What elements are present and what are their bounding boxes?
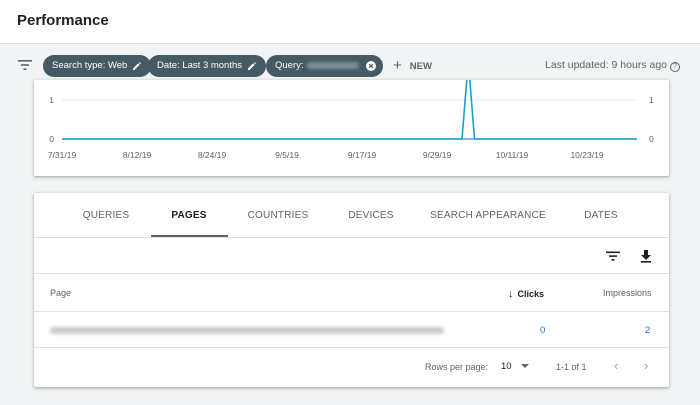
last-updated: Last updated: 9 hours ago?	[545, 59, 680, 72]
chip-label: Search type: Web	[52, 60, 127, 71]
dimension-tabs: QUERIES PAGES COUNTRIES DEVICES SEARCH A…	[34, 193, 669, 238]
filter-icon[interactable]	[18, 59, 32, 71]
column-impressions[interactable]: Impressions	[603, 288, 652, 298]
table-header: Page ↓ Clicks Impressions	[34, 274, 669, 312]
app-header: Performance	[0, 0, 700, 44]
help-icon[interactable]: ?	[670, 62, 680, 72]
active-tab-indicator	[151, 235, 228, 237]
y-tick-left: 0	[49, 134, 54, 144]
x-tick-label: 9/29/19	[423, 150, 452, 160]
download-icon[interactable]	[638, 248, 654, 264]
x-tick-label: 9/17/19	[348, 150, 377, 160]
y-tick-left: 1	[49, 95, 54, 105]
x-tick-label: 10/23/19	[570, 150, 603, 160]
chip-label: Date: Last 3 months	[157, 60, 242, 71]
page-title: Performance	[17, 12, 109, 29]
y-tick-right: 0	[649, 134, 654, 144]
chip-date[interactable]: Date: Last 3 months	[148, 55, 266, 77]
rows-per-page-select[interactable]: 10	[501, 361, 512, 372]
tab-countries[interactable]: COUNTRIES	[239, 193, 317, 238]
chip-label: Query:	[275, 60, 304, 71]
tab-search-appearance[interactable]: SEARCH APPEARANCE	[426, 193, 550, 238]
page-range: 1-1 of 1	[556, 362, 587, 372]
chevron-down-icon[interactable]	[521, 364, 529, 368]
column-clicks[interactable]: ↓ Clicks	[508, 288, 544, 300]
chevron-left-icon[interactable]: ‹	[614, 358, 618, 373]
edit-icon[interactable]	[247, 61, 257, 71]
column-page[interactable]: Page	[50, 288, 71, 298]
x-tick-label: 10/11/19	[496, 150, 529, 160]
table-filter-icon[interactable]	[605, 248, 621, 264]
last-updated-text: Last updated: 9 hours ago	[545, 59, 667, 71]
x-tick-label: 8/24/19	[198, 150, 227, 160]
edit-icon[interactable]	[132, 61, 142, 71]
performance-chart-card: 0 0 1 1 7/31/19 8/12/19 8/24/19 9/5/19 9/17/19 9/…	[34, 80, 669, 176]
x-tick-label: 7/31/19	[48, 150, 77, 160]
tab-dates[interactable]: DATES	[568, 193, 634, 238]
x-tick-label: 9/5/19	[275, 150, 299, 160]
table-row[interactable]: 0 2	[34, 312, 669, 348]
chip-search-type[interactable]: Search type: Web	[43, 55, 151, 77]
redacted-query	[307, 62, 359, 69]
tab-devices[interactable]: DEVICES	[332, 193, 410, 238]
column-clicks-label: Clicks	[518, 289, 545, 299]
cell-impressions[interactable]: 2	[645, 325, 650, 336]
plus-icon: +	[393, 57, 402, 74]
cell-clicks[interactable]: 0	[540, 325, 545, 336]
new-filter-button[interactable]: + NEW	[393, 57, 432, 75]
tab-queries[interactable]: QUERIES	[70, 193, 142, 238]
arrow-down-icon: ↓	[508, 288, 514, 300]
report-table-card: QUERIES PAGES COUNTRIES DEVICES SEARCH A…	[34, 193, 669, 387]
performance-chart: 0 0 1 1 7/31/19 8/12/19 8/24/19 9/5/19 9/17/19 9/…	[34, 80, 669, 176]
redacted-page-url	[50, 327, 444, 334]
rows-per-page-label: Rows per page:	[425, 362, 488, 372]
table-toolbar	[34, 238, 669, 274]
y-tick-right: 1	[649, 95, 654, 105]
close-icon[interactable]	[366, 61, 376, 71]
pagination: Rows per page: 10 1-1 of 1 ‹ ›	[34, 348, 669, 387]
impressions-series-line	[62, 80, 637, 139]
new-filter-label: NEW	[410, 61, 432, 72]
chevron-right-icon[interactable]: ›	[644, 358, 648, 373]
chip-query[interactable]: Query:	[266, 55, 383, 77]
x-tick-label: 8/12/19	[123, 150, 152, 160]
tab-pages[interactable]: PAGES	[151, 193, 227, 238]
